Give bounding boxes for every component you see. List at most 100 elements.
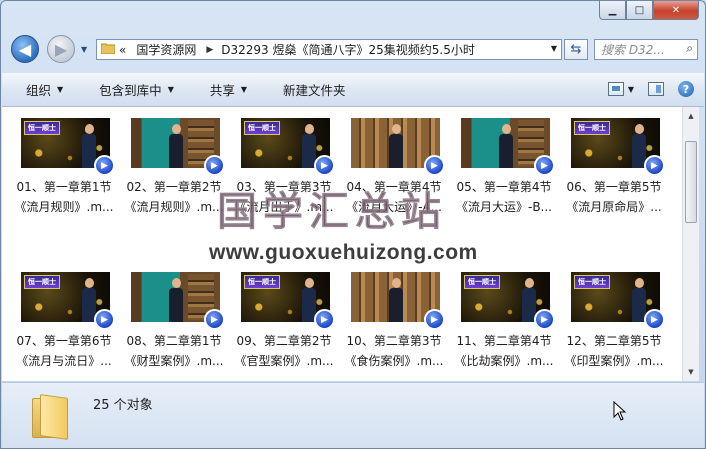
- file-name-line2: 《流月与流日》...: [16, 354, 112, 368]
- file-name-line2: 《官型案例》.m...: [234, 354, 334, 368]
- video-file-icon: ▶: [534, 155, 555, 176]
- item-count: 25 个对象: [93, 398, 153, 413]
- chevron-down-icon[interactable]: ▼: [551, 44, 557, 53]
- watermark-url: www.guoxuehuizong.com: [209, 241, 478, 264]
- file-name-line2: 《印型案例》.m...: [564, 354, 664, 368]
- video-file-icon: ▶: [94, 309, 115, 330]
- file-name-line2: 《流月规则》.m...: [14, 200, 114, 214]
- file-name-line1: 09、第二章第2节: [236, 334, 332, 348]
- forward-button[interactable]: ▶: [47, 35, 75, 63]
- file-name-line1: 10、第二章第3节: [346, 334, 442, 348]
- file-name: 05、第一章第4节 《流月大运》-B...: [449, 177, 559, 217]
- presenter-figure: [169, 278, 183, 322]
- video-file-icon: ▶: [644, 309, 665, 330]
- file-item[interactable]: 恒一顺士 ▶ 09、第二章第2节 《官型案例》.m...: [229, 271, 339, 381]
- video-file-icon: ▶: [314, 155, 335, 176]
- file-name-line2: 《流月大运》-B...: [455, 200, 552, 214]
- breadcrumb-overflow[interactable]: «: [119, 43, 126, 57]
- presenter-figure: [499, 124, 513, 168]
- file-name-line2: 《流月规则》.m...: [124, 200, 224, 214]
- search-placeholder: 搜索 D32...: [601, 43, 665, 57]
- thumbnail-badge: 恒一顺士: [464, 275, 500, 289]
- chevron-down-icon: ▼: [240, 85, 248, 94]
- file-name-line2: 《食伤案例》.m...: [344, 354, 444, 368]
- preview-pane-button[interactable]: [648, 82, 664, 96]
- include-label: 包含到库中: [99, 83, 162, 98]
- address-bar[interactable]: « 国学资源网 ▶ D32293 煜燊《简通八字》25集视频约5.5小时 ▼: [96, 39, 562, 60]
- file-item[interactable]: 恒一顺士 ▶ 06、第一章第5节 《流月原命局》...: [559, 117, 669, 271]
- file-item[interactable]: 恒一顺士 ▶ 01、第一章第1节 《流月规则》.m...: [9, 117, 119, 271]
- caption-buttons: ▁ □ ✕: [599, 1, 699, 20]
- help-button[interactable]: ?: [678, 81, 694, 97]
- include-in-library-menu[interactable]: 包含到库中 ▼: [99, 80, 174, 99]
- file-name-line1: 06、第一章第5节: [566, 180, 662, 194]
- file-name: 09、第二章第2节 《官型案例》.m...: [229, 331, 339, 371]
- video-file-icon: ▶: [424, 309, 445, 330]
- presenter-figure: [169, 124, 183, 168]
- close-button[interactable]: ✕: [653, 1, 699, 20]
- refresh-icon: ⇆: [570, 42, 582, 57]
- maximize-icon: □: [634, 4, 645, 16]
- file-name: 07、第一章第6节 《流月与流日》...: [9, 331, 119, 371]
- presenter-figure: [389, 278, 403, 322]
- file-item[interactable]: 恒一顺士 ▶ 11、第二章第4节 《比劫案例》.m...: [449, 271, 559, 381]
- command-bar: 组织 ▼ 包含到库中 ▼ 共享 ▼ 新建文件夹 ▼ ?: [2, 73, 704, 107]
- video-file-icon: ▶: [204, 309, 225, 330]
- presenter-figure: [389, 124, 403, 168]
- search-icon[interactable]: ⌕: [686, 41, 693, 56]
- share-label: 共享: [209, 83, 235, 98]
- toolbar-right: ▼ ?: [607, 81, 694, 97]
- back-button[interactable]: ◀: [11, 35, 39, 63]
- thumbnail-badge: 恒一顺士: [24, 275, 60, 289]
- thumbnail-badge: 恒一顺士: [574, 121, 610, 135]
- file-name: 12、第二章第5节 《印型案例》.m...: [559, 331, 669, 371]
- folder-icon: [30, 392, 70, 440]
- file-item[interactable]: 恒一顺士 ▶ 07、第一章第6节 《流月与流日》...: [9, 271, 119, 381]
- file-name-line1: 12、第二章第5节: [566, 334, 662, 348]
- search-input[interactable]: 搜索 D32... ⌕: [594, 39, 698, 60]
- file-name-line2: 《财型案例》.m...: [124, 354, 224, 368]
- share-menu[interactable]: 共享 ▼: [210, 80, 247, 99]
- chevron-right-icon[interactable]: ▶: [206, 45, 213, 55]
- organize-label: 组织: [26, 83, 52, 98]
- video-file-icon: ▶: [94, 155, 115, 176]
- file-name: 02、第一章第2节 《流月规则》.m...: [119, 177, 229, 217]
- breadcrumb-current[interactable]: D32293 煜燊《简通八字》25集视频约5.5小时: [221, 41, 475, 58]
- navigation-bar: ◀ ▶ ▼ « 国学资源网 ▶ D32293 煜燊《简通八字》25集视频约5.5…: [1, 31, 705, 69]
- file-name-line1: 08、第二章第1节: [126, 334, 222, 348]
- file-name-line2: 《比劫案例》.m...: [454, 354, 554, 368]
- mouse-cursor-icon: [613, 401, 627, 421]
- maximize-button[interactable]: □: [626, 1, 653, 20]
- scroll-thumb[interactable]: [685, 141, 697, 223]
- vertical-scrollbar[interactable]: ▲ ▼: [682, 107, 699, 381]
- file-item[interactable]: ▶ 08、第二章第1节 《财型案例》.m...: [119, 271, 229, 381]
- minimize-button[interactable]: ▁: [599, 1, 626, 20]
- file-name-line1: 05、第一章第4节: [456, 180, 552, 194]
- new-folder-label: 新建文件夹: [283, 83, 346, 98]
- refresh-button[interactable]: ⇆: [564, 39, 588, 60]
- file-name-line1: 07、第一章第6节: [16, 334, 112, 348]
- arrow-left-icon: ◀: [18, 39, 32, 59]
- minimize-icon: ▁: [608, 4, 617, 16]
- scroll-down-icon[interactable]: ▼: [683, 364, 699, 380]
- scroll-up-icon[interactable]: ▲: [683, 108, 699, 124]
- organize-menu[interactable]: 组织 ▼: [26, 80, 63, 99]
- file-name: 01、第一章第1节 《流月规则》.m...: [9, 177, 119, 217]
- recent-pages-dropdown[interactable]: ▼: [81, 45, 87, 54]
- arrow-right-icon: ▶: [54, 39, 68, 59]
- thumbnail-badge: 恒一顺士: [574, 275, 610, 289]
- close-icon: ✕: [671, 4, 681, 16]
- chevron-down-icon: ▼: [627, 84, 634, 94]
- file-name: 06、第一章第5节 《流月原命局》...: [559, 177, 669, 217]
- breadcrumb-item[interactable]: 国学资源网: [136, 41, 196, 58]
- file-item[interactable]: 恒一顺士 ▶ 12、第二章第5节 《印型案例》.m...: [559, 271, 669, 381]
- new-folder-button[interactable]: 新建文件夹: [283, 80, 346, 99]
- folder-icon: [100, 42, 116, 57]
- chevron-down-icon: ▼: [57, 85, 64, 94]
- file-name-line1: 11、第二章第4节: [456, 334, 552, 348]
- thumbnail-badge: 恒一顺士: [244, 121, 280, 135]
- change-view-button[interactable]: ▼: [607, 82, 634, 96]
- video-file-icon: ▶: [644, 155, 665, 176]
- file-item[interactable]: ▶ 10、第二章第3节 《食伤案例》.m...: [339, 271, 449, 381]
- file-name-line2: 《流月原命局》...: [566, 200, 662, 214]
